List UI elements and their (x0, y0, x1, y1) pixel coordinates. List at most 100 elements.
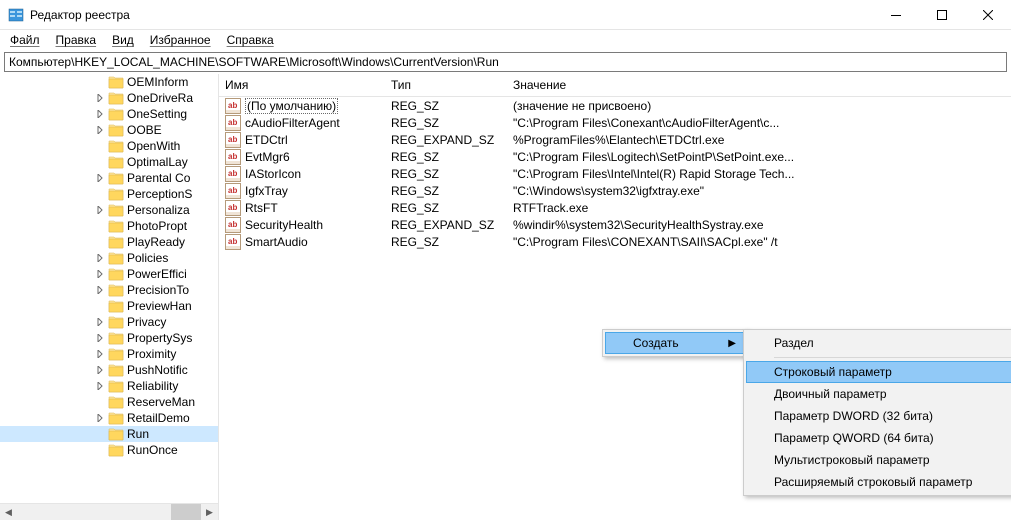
submenu-arrow-icon: ▶ (728, 338, 736, 349)
folder-icon (108, 155, 124, 169)
tree-item[interactable]: OneSetting (0, 106, 218, 122)
titlebar: Редактор реестра (0, 0, 1011, 30)
list-row[interactable]: abEvtMgr6REG_SZ"C:\Program Files\Logitec… (219, 148, 1011, 165)
tree-item[interactable]: PropertySys (0, 330, 218, 346)
menu-expandstring[interactable]: Расширяемый строковый параметр (746, 471, 1011, 493)
tree-item[interactable]: PrecisionTo (0, 282, 218, 298)
menu-qword[interactable]: Параметр QWORD (64 бита) (746, 427, 1011, 449)
list-row[interactable]: abRtsFTREG_SZRTFTrack.exe (219, 199, 1011, 216)
tree-label: Run (127, 427, 149, 441)
tree-item[interactable]: PerceptionS (0, 186, 218, 202)
expand-icon[interactable] (95, 206, 105, 214)
menu-binary[interactable]: Двоичный параметр (746, 383, 1011, 405)
expand-icon[interactable] (95, 286, 105, 294)
menu-create[interactable]: Создать ▶ (605, 332, 745, 354)
tree-label: ReserveMan (127, 395, 195, 409)
list-row[interactable]: abSecurityHealthREG_EXPAND_SZ%windir%\sy… (219, 216, 1011, 233)
tree-item[interactable]: PhotoPropt (0, 218, 218, 234)
folder-icon (108, 123, 124, 137)
tree-item[interactable]: PushNotific (0, 362, 218, 378)
registry-tree[interactable]: OEMInformOneDriveRaOneSettingOOBEOpenWit… (0, 74, 218, 503)
address-bar[interactable]: Компьютер\HKEY_LOCAL_MACHINE\SOFTWARE\Mi… (4, 52, 1007, 72)
tree-item[interactable]: RunOnce (0, 442, 218, 458)
tree-item[interactable]: OneDriveRa (0, 90, 218, 106)
tree-item[interactable]: Run (0, 426, 218, 442)
menubar: Файл Правка Вид Избранное Справка (0, 30, 1011, 50)
list-row[interactable]: abIgfxTrayREG_SZ"C:\Windows\system32\igf… (219, 182, 1011, 199)
string-value-icon: ab (225, 217, 241, 233)
expand-icon[interactable] (95, 382, 105, 390)
expand-icon[interactable] (95, 334, 105, 342)
column-name[interactable]: Имя (219, 75, 385, 95)
menu-favorites[interactable]: Избранное (144, 32, 217, 48)
menu-multistring[interactable]: Мультистроковый параметр (746, 449, 1011, 471)
folder-icon (108, 347, 124, 361)
column-type[interactable]: Тип (385, 75, 507, 95)
tree-item[interactable]: Policies (0, 250, 218, 266)
tree-item[interactable]: OptimalLay (0, 154, 218, 170)
tree-item[interactable]: Reliability (0, 378, 218, 394)
list-row[interactable]: ab(По умолчанию)REG_SZ(значение не присв… (219, 97, 1011, 114)
value-name: IgfxTray (245, 184, 288, 198)
folder-icon (108, 235, 124, 249)
tree-label: OneSetting (127, 107, 187, 121)
expand-icon[interactable] (95, 254, 105, 262)
expand-icon[interactable] (95, 414, 105, 422)
value-type: REG_SZ (385, 99, 507, 113)
tree-label: PhotoPropt (127, 219, 187, 233)
svg-text:ab: ab (228, 186, 237, 195)
value-type: REG_SZ (385, 184, 507, 198)
tree-label: OptimalLay (127, 155, 188, 169)
value-data: %windir%\system32\SecurityHealthSystray.… (507, 218, 1011, 232)
svg-text:ab: ab (228, 203, 237, 212)
tree-item[interactable]: ReserveMan (0, 394, 218, 410)
svg-text:ab: ab (228, 152, 237, 161)
tree-item[interactable]: Parental Co (0, 170, 218, 186)
tree-item[interactable]: OpenWith (0, 138, 218, 154)
expand-icon[interactable] (95, 366, 105, 374)
column-value[interactable]: Значение (507, 75, 1011, 95)
folder-icon (108, 411, 124, 425)
tree-item[interactable]: OEMInform (0, 74, 218, 90)
list-row[interactable]: abSmartAudioREG_SZ"C:\Program Files\CONE… (219, 233, 1011, 250)
list-row[interactable]: abETDCtrlREG_EXPAND_SZ%ProgramFiles%\Ela… (219, 131, 1011, 148)
tree-item[interactable]: Privacy (0, 314, 218, 330)
expand-icon[interactable] (95, 318, 105, 326)
expand-icon[interactable] (95, 270, 105, 278)
tree-item[interactable]: RetailDemo (0, 410, 218, 426)
minimize-button[interactable] (873, 0, 919, 30)
expand-icon[interactable] (95, 110, 105, 118)
expand-icon[interactable] (95, 350, 105, 358)
tree-item[interactable]: PreviewHan (0, 298, 218, 314)
folder-icon (108, 299, 124, 313)
expand-icon[interactable] (95, 94, 105, 102)
menu-edit[interactable]: Правка (50, 32, 103, 48)
menu-dword[interactable]: Параметр DWORD (32 бита) (746, 405, 1011, 427)
maximize-button[interactable] (919, 0, 965, 30)
value-data: "C:\Program Files\CONEXANT\SAII\SACpl.ex… (507, 235, 1011, 249)
value-type: REG_SZ (385, 167, 507, 181)
value-type: REG_SZ (385, 150, 507, 164)
expand-icon[interactable] (95, 126, 105, 134)
horizontal-scrollbar[interactable]: ◀ ▶ (0, 503, 218, 520)
expand-icon[interactable] (95, 174, 105, 182)
menu-file[interactable]: Файл (4, 32, 46, 48)
tree-label: Parental Co (127, 171, 190, 185)
folder-icon (108, 331, 124, 345)
menu-string[interactable]: Строковый параметр (746, 361, 1011, 383)
folder-icon (108, 203, 124, 217)
tree-item[interactable]: PowerEffici (0, 266, 218, 282)
close-button[interactable] (965, 0, 1011, 30)
tree-item[interactable]: PlayReady (0, 234, 218, 250)
menu-help[interactable]: Справка (221, 32, 280, 48)
value-name: (По умолчанию) (245, 98, 338, 114)
tree-item[interactable]: Proximity (0, 346, 218, 362)
tree-item[interactable]: OOBE (0, 122, 218, 138)
tree-panel: OEMInformOneDriveRaOneSettingOOBEOpenWit… (0, 74, 219, 520)
svg-text:ab: ab (228, 135, 237, 144)
menu-view[interactable]: Вид (106, 32, 140, 48)
list-row[interactable]: abIAStorIconREG_SZ"C:\Program Files\Inte… (219, 165, 1011, 182)
tree-item[interactable]: Personaliza (0, 202, 218, 218)
list-row[interactable]: abcAudioFilterAgentREG_SZ"C:\Program Fil… (219, 114, 1011, 131)
menu-section[interactable]: Раздел (746, 332, 1011, 354)
